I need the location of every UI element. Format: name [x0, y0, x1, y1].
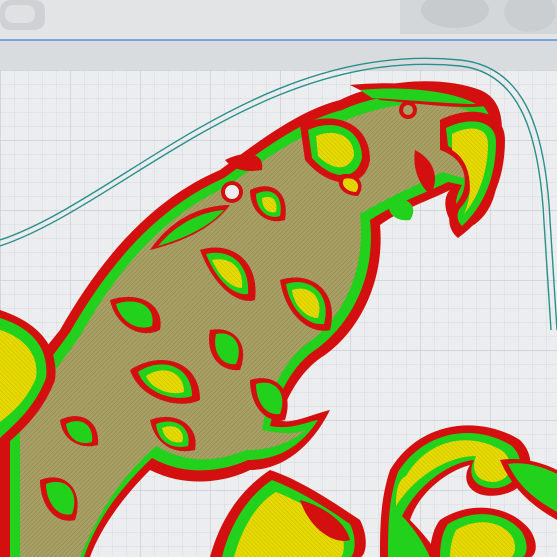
layer-preview-canvas[interactable]: [0, 0, 557, 557]
printer-housing-right-icon: [400, 0, 557, 34]
printer-frame: [0, 0, 557, 70]
layer-preview-viewport[interactable]: [0, 0, 557, 557]
eye-hole: [221, 181, 243, 203]
printer-housing-left-icon: [0, 0, 45, 30]
